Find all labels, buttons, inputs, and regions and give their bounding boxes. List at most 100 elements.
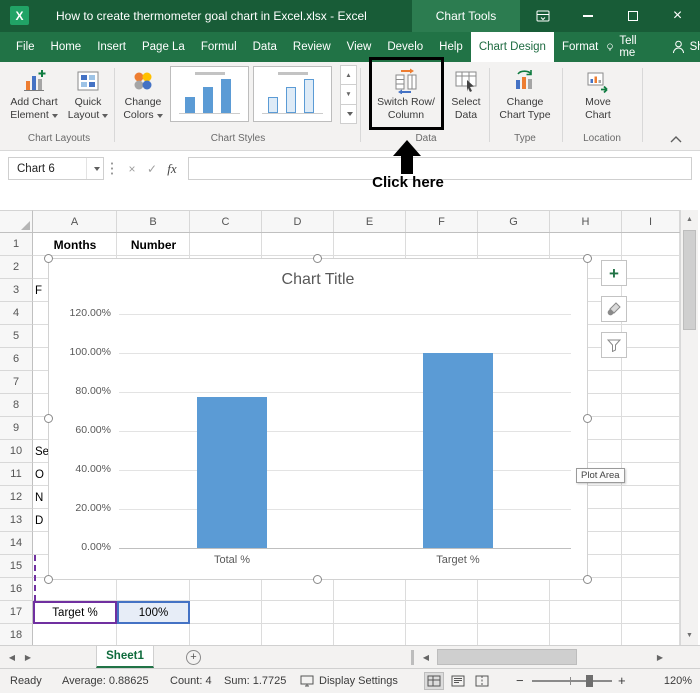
tab-chart-design[interactable]: Chart Design — [470, 32, 554, 62]
row-header-18[interactable]: 18 — [0, 624, 33, 645]
tab-data[interactable]: Data — [245, 32, 285, 62]
select-data-button[interactable]: Select Data — [444, 65, 488, 129]
gallery-down-button[interactable]: ▼ — [340, 84, 357, 105]
vertical-scrollbar[interactable]: ▲ ▼ — [680, 210, 698, 645]
tab-page-la[interactable]: Page La — [134, 32, 193, 62]
sheet-tab-sheet1[interactable]: Sheet1 — [96, 646, 154, 668]
share-button[interactable]: Share — [672, 40, 700, 54]
cell-A17[interactable]: Target % — [33, 601, 117, 624]
chart-resize-handle-w[interactable] — [44, 414, 53, 423]
chart-resize-handle-s[interactable] — [313, 575, 322, 584]
change-colors-button[interactable]: Change Colors — [118, 65, 168, 129]
close-button[interactable]: × — [655, 0, 700, 32]
row-header-6[interactable]: 6 — [0, 348, 33, 371]
scrollbar-splitter[interactable] — [411, 650, 414, 665]
column-header-G[interactable]: G — [478, 211, 550, 232]
bar-total[interactable] — [197, 397, 267, 548]
scroll-up-icon[interactable]: ▲ — [681, 211, 698, 228]
select-all-button[interactable] — [0, 210, 33, 233]
horizontal-scrollbar-thumb[interactable] — [437, 649, 577, 665]
enter-button[interactable]: ✓ — [142, 157, 162, 180]
quick-layout-button[interactable]: Quick Layout — [64, 65, 112, 129]
row-header-13[interactable]: 13 — [0, 509, 33, 532]
cell-A1[interactable]: Months — [33, 233, 117, 256]
name-box[interactable]: Chart 6 — [8, 157, 104, 180]
column-header-I[interactable]: I — [622, 211, 680, 232]
column-header-H[interactable]: H — [550, 211, 622, 232]
tab-review[interactable]: Review — [285, 32, 339, 62]
chart-styles-button[interactable] — [601, 296, 627, 322]
maximize-button[interactable] — [610, 0, 655, 32]
chart-resize-handle-sw[interactable] — [44, 575, 53, 584]
display-settings-button[interactable]: Display Settings — [300, 669, 398, 693]
row-header-5[interactable]: 5 — [0, 325, 33, 348]
page-break-view-button[interactable] — [472, 672, 492, 690]
zoom-out-button[interactable]: − — [516, 669, 524, 693]
chart-resize-handle-n[interactable] — [313, 254, 322, 263]
sheet-nav-left-icon[interactable]: ◀ — [4, 646, 20, 668]
insert-function-button[interactable]: fx — [162, 157, 182, 180]
column-header-A[interactable]: A — [33, 211, 117, 232]
zoom-slider-thumb[interactable] — [586, 675, 593, 687]
chart-tools-context-label[interactable]: Chart Tools — [412, 0, 520, 32]
page-layout-view-button[interactable] — [448, 672, 468, 690]
row-header-10[interactable]: 10 — [0, 440, 33, 463]
row-header-17[interactable]: 17 — [0, 601, 33, 624]
tab-home[interactable]: Home — [43, 32, 90, 62]
add-chart-element-button[interactable]: Add Chart Element — [6, 65, 62, 129]
gallery-more-button[interactable] — [340, 103, 357, 124]
column-header-C[interactable]: C — [190, 211, 262, 232]
hscroll-right-icon[interactable]: ▶ — [652, 646, 668, 668]
row-header-9[interactable]: 9 — [0, 417, 33, 440]
chart-resize-handle-ne[interactable] — [583, 254, 592, 263]
hscroll-left-icon[interactable]: ◀ — [418, 646, 434, 668]
row-header-2[interactable]: 2 — [0, 256, 33, 279]
tab-formul[interactable]: Formul — [193, 32, 245, 62]
column-header-E[interactable]: E — [334, 211, 406, 232]
sheet-nav-right-icon[interactable]: ▶ — [20, 646, 36, 668]
row-header-8[interactable]: 8 — [0, 394, 33, 417]
scroll-down-icon[interactable]: ▼ — [681, 627, 698, 644]
chart-title[interactable]: Chart Title — [49, 271, 587, 289]
zoom-level[interactable]: 120% — [648, 669, 692, 693]
chart-style-preview-1[interactable] — [170, 66, 249, 122]
row-header-15[interactable]: 15 — [0, 555, 33, 578]
chart-filters-button[interactable] — [601, 332, 627, 358]
tell-me-button[interactable]: Tell me — [606, 35, 641, 59]
chart-resize-handle-nw[interactable] — [44, 254, 53, 263]
row-header-11[interactable]: 11 — [0, 463, 33, 486]
row-header-16[interactable]: 16 — [0, 578, 33, 601]
move-chart-button[interactable]: Move Chart — [570, 65, 626, 129]
ribbon-display-options-button[interactable] — [520, 0, 565, 32]
cancel-button[interactable]: × — [122, 157, 142, 180]
embedded-chart[interactable]: Chart Title 120.00% 100.00% 80.00% 60.00% 40… — [44, 254, 592, 584]
normal-view-button[interactable] — [424, 672, 444, 690]
gallery-up-button[interactable]: ▲ — [340, 65, 357, 86]
column-header-D[interactable]: D — [262, 211, 334, 232]
row-header-7[interactable]: 7 — [0, 371, 33, 394]
collapse-ribbon-button[interactable] — [666, 132, 686, 146]
column-header-B[interactable]: B — [117, 211, 190, 232]
cell-B17[interactable]: 100% — [117, 601, 190, 624]
tab-file[interactable]: File — [8, 32, 43, 62]
minimize-button[interactable] — [565, 0, 610, 32]
row-header-14[interactable]: 14 — [0, 532, 33, 555]
zoom-in-button[interactable]: + — [618, 669, 626, 693]
add-sheet-button[interactable]: + — [186, 650, 201, 665]
chart-resize-handle-se[interactable] — [583, 575, 592, 584]
row-header-3[interactable]: 3 — [0, 279, 33, 302]
chart-elements-button[interactable]: + — [601, 260, 627, 286]
tab-format[interactable]: Format — [554, 32, 606, 62]
chart-style-preview-2[interactable] — [253, 66, 332, 122]
row-header-4[interactable]: 4 — [0, 302, 33, 325]
formula-bar-handle[interactable] — [110, 161, 114, 177]
name-box-dropdown-icon[interactable] — [86, 158, 103, 179]
zoom-slider-track[interactable] — [532, 680, 612, 682]
chart-resize-handle-e[interactable] — [583, 414, 592, 423]
tab-insert[interactable]: Insert — [89, 32, 134, 62]
bar-target[interactable] — [423, 353, 493, 548]
row-header-1[interactable]: 1 — [0, 233, 33, 256]
vertical-scrollbar-thumb[interactable] — [683, 230, 696, 330]
change-chart-type-button[interactable]: Change Chart Type — [494, 65, 556, 129]
column-header-F[interactable]: F — [406, 211, 478, 232]
